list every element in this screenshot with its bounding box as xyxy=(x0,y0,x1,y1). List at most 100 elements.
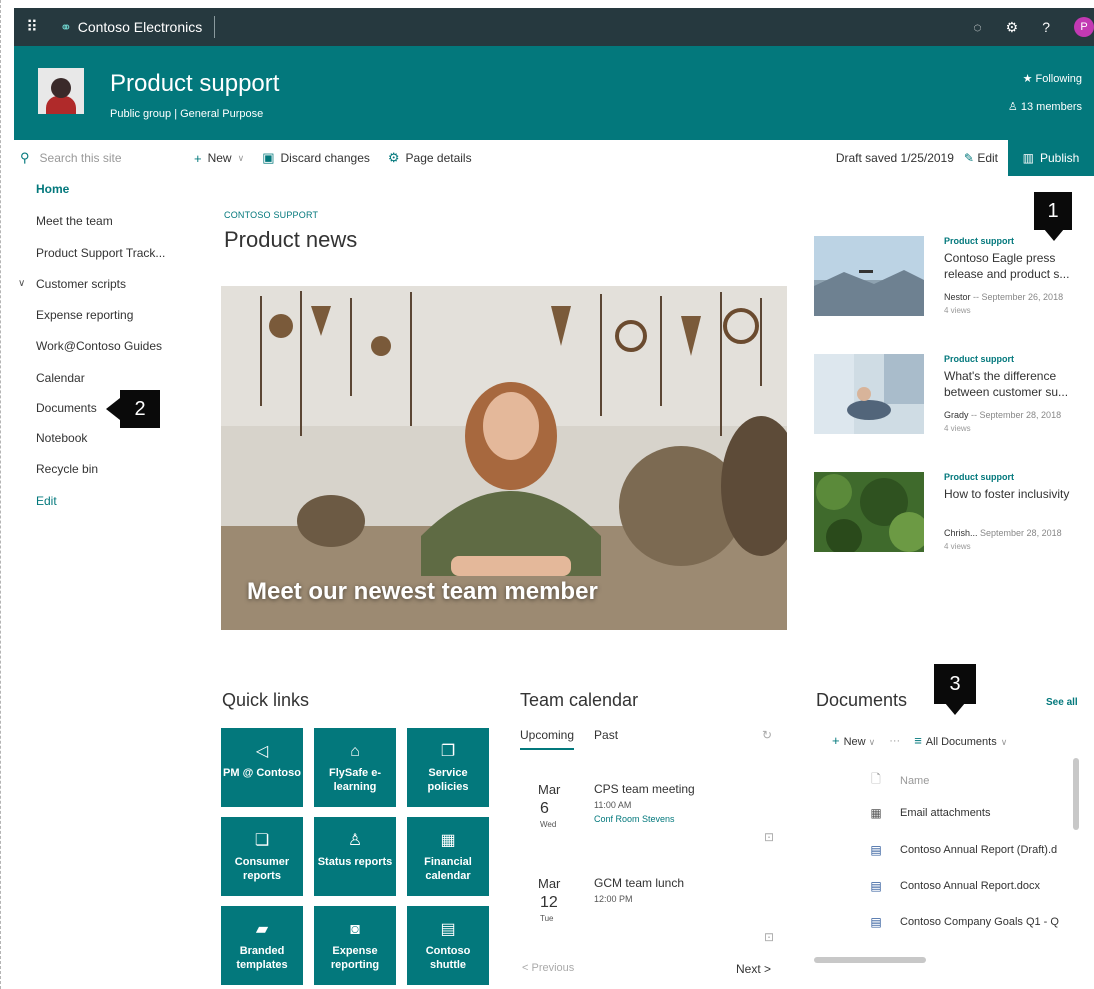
list-icon: ≡ xyxy=(914,733,922,748)
more-options-button[interactable]: ··· xyxy=(889,735,900,747)
book-icon: ▥ xyxy=(1022,151,1034,165)
event-title[interactable]: GCM team lunch xyxy=(594,876,684,890)
document-row[interactable]: ▤ Contoso Company Goals Q1 - Q xyxy=(866,915,1059,929)
star-icon: ★ xyxy=(1022,73,1033,85)
news-thumbnail xyxy=(814,472,924,552)
quick-link-tile[interactable]: ❏ Consumer reports xyxy=(221,817,303,896)
page-details-button[interactable]: ⚙ Page details xyxy=(388,150,472,166)
documents-title: Documents xyxy=(816,690,908,710)
nav-item-calendar[interactable]: Calendar xyxy=(36,371,85,385)
nav-item-notebook[interactable]: Notebook xyxy=(36,431,87,445)
calendar-event[interactable]: Mar 6 Wed CPS team meeting 11:00 AM Conf… xyxy=(520,782,780,862)
news-meta: Chrish... September 28, 2018 xyxy=(944,528,1062,538)
add-to-calendar-icon[interactable]: ⊡ xyxy=(764,830,774,844)
megaphone-icon: ◁ xyxy=(255,743,269,760)
event-weekday: Tue xyxy=(540,914,554,923)
nav-item-documents[interactable]: Documents xyxy=(36,401,97,415)
calendar-event[interactable]: Mar 12 Tue GCM team lunch 12:00 PM ⊡ xyxy=(520,876,780,956)
chevron-down-icon[interactable]: ∨ xyxy=(18,278,25,289)
discard-changes-button[interactable]: ▣ Discard changes xyxy=(262,150,370,166)
members-button[interactable]: ♙ 13 members xyxy=(1008,100,1082,113)
powerpoint-icon: ▰ xyxy=(255,921,269,938)
documents-horizontal-scrollbar[interactable] xyxy=(814,957,926,963)
nav-item-meet-the-team[interactable]: Meet the team xyxy=(36,214,113,228)
documents-name-header[interactable]: 🗋 Name xyxy=(866,770,929,791)
view-selector[interactable]: ≡ All Documents ∨ xyxy=(914,733,1007,748)
tab-past[interactable]: Past xyxy=(594,728,618,750)
documents-vertical-scrollbar[interactable] xyxy=(1073,758,1079,830)
nav-item-expense-reporting[interactable]: Expense reporting xyxy=(36,308,133,322)
site-title[interactable]: Product support xyxy=(110,70,279,98)
word-document-icon: ▤ xyxy=(870,843,882,857)
nav-item-home[interactable]: Home xyxy=(36,182,69,196)
callout-marker-2: 2 xyxy=(120,390,160,428)
quick-link-tile[interactable]: ▰ Branded templates xyxy=(221,906,303,985)
word-document-icon: ▤ xyxy=(870,879,882,893)
tab-upcoming[interactable]: Upcoming xyxy=(520,728,575,750)
pencil-icon: ✎ xyxy=(963,151,974,165)
quick-link-tile[interactable]: ◙ Expense reporting xyxy=(314,906,396,985)
new-document-button[interactable]: + New ∨ xyxy=(832,733,875,748)
event-location: Conf Room Stevens xyxy=(594,814,675,824)
news-title[interactable]: Contoso Eagle press release and product … xyxy=(944,250,1084,282)
word-document-icon: ▤ xyxy=(870,915,882,929)
nav-item-work-guides[interactable]: Work@Contoso Guides xyxy=(36,339,162,353)
notification-icon[interactable]: ◌ xyxy=(973,19,981,35)
see-all-link[interactable]: See all xyxy=(1046,697,1078,708)
brand[interactable]: ⚭ Contoso Electronics xyxy=(50,16,216,38)
edit-button[interactable]: ✎ Edit xyxy=(964,151,998,165)
publish-button[interactable]: ▥ Publish xyxy=(1008,140,1094,176)
new-button[interactable]: + New ∨ xyxy=(194,151,244,166)
event-month: Mar xyxy=(538,876,561,891)
search-box[interactable]: ⚲ Search this site xyxy=(14,150,194,166)
news-item[interactable]: Product support What's the difference be… xyxy=(814,354,1084,448)
event-time: 12:00 PM xyxy=(594,894,633,904)
nav-edit-link[interactable]: Edit xyxy=(36,494,57,508)
news-item[interactable]: Product support How to foster inclusivit… xyxy=(814,472,1084,566)
team-calendar-title: Team calendar xyxy=(520,690,639,710)
quick-link-tile[interactable]: ▤ Contoso shuttle xyxy=(407,906,489,985)
quick-link-tile[interactable]: ◁ PM @ Contoso xyxy=(221,728,303,807)
search-input[interactable]: Search this site xyxy=(40,151,122,165)
event-title[interactable]: CPS team meeting xyxy=(594,782,695,796)
report-icon: ❏ xyxy=(254,832,270,849)
nav-item-recycle-bin[interactable]: Recycle bin xyxy=(36,462,98,476)
news-title[interactable]: What's the difference between customer s… xyxy=(944,368,1084,400)
document-row[interactable]: ▤ Contoso Annual Report.docx xyxy=(866,879,1040,893)
chevron-down-icon: ∨ xyxy=(1000,737,1008,747)
suite-bar: ⠿ ⚭ Contoso Electronics ◌ ⚙ ? P xyxy=(14,8,1094,46)
app-launcher-icon[interactable]: ⠿ xyxy=(14,17,50,37)
nav-item-product-support-tracker[interactable]: Product Support Track... xyxy=(36,246,165,260)
document-row[interactable]: ▤ Contoso Annual Report (Draft).d xyxy=(866,843,1057,857)
hero-news-image[interactable]: Meet our newest team member xyxy=(221,286,787,630)
news-item[interactable]: Product support Contoso Eagle press rele… xyxy=(814,236,1084,330)
site-logo[interactable] xyxy=(38,68,84,114)
calendar-next-button[interactable]: Next > xyxy=(736,962,771,976)
settings-icon[interactable]: ⚙ xyxy=(1006,19,1019,36)
refresh-icon[interactable]: ↻ xyxy=(762,728,772,742)
site-subtitle: Public group | General Purpose xyxy=(110,108,264,120)
quick-link-tile[interactable]: ❐ Service policies xyxy=(407,728,489,807)
chevron-down-icon: ∨ xyxy=(237,152,245,163)
calendar-previous-button[interactable]: < Previous xyxy=(522,962,574,974)
news-eyebrow: CONTOSO SUPPORT xyxy=(224,210,319,220)
command-bar: ⚲ Search this site + New ∨ ▣ Discard cha… xyxy=(14,140,1094,176)
quick-link-tile[interactable]: ⌂ FlySafe e-learning xyxy=(314,728,396,807)
nav-item-customer-scripts[interactable]: Customer scripts xyxy=(36,277,126,291)
file-type-icon: 🗋 xyxy=(871,772,881,786)
help-icon[interactable]: ? xyxy=(1042,19,1050,35)
follow-button[interactable]: ★ Following xyxy=(1023,72,1082,85)
learning-icon: ⌂ xyxy=(350,743,360,760)
quick-link-tile[interactable]: ♙ Status reports xyxy=(314,817,396,896)
add-to-calendar-icon[interactable]: ⊡ xyxy=(764,930,774,944)
news-title[interactable]: How to foster inclusivity xyxy=(944,486,1084,502)
news-views: 4 views xyxy=(944,542,971,551)
document-row[interactable]: ▦ Email attachments xyxy=(866,806,990,820)
avatar[interactable]: P xyxy=(1074,17,1094,37)
event-weekday: Wed xyxy=(540,820,557,829)
gear-icon: ⚙ xyxy=(387,150,400,165)
news-category: Product support xyxy=(944,236,1014,246)
chevron-down-icon: ∨ xyxy=(868,737,876,747)
quick-link-tile[interactable]: ▦ Financial calendar xyxy=(407,817,489,896)
person-icon: ♙ xyxy=(347,832,363,849)
